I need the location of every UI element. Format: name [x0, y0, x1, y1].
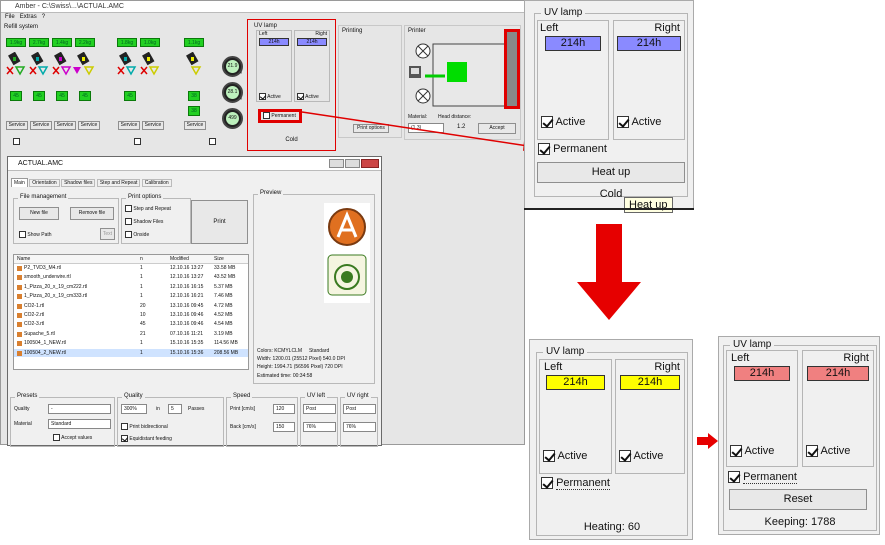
uv-left-box: Left 214h Active	[726, 350, 798, 467]
uv-left-label: Left	[544, 361, 563, 373]
uv-status: Heating: 60	[583, 521, 641, 533]
uv-permanent-checkbox[interactable]: Permanent	[728, 471, 797, 484]
uv-permanent-checkbox[interactable]: Permanent	[541, 477, 610, 490]
down-arrow-icon	[577, 224, 641, 320]
uv-right-active-checkbox[interactable]: Active	[617, 116, 661, 129]
uv-lamp-group-heating: UV lamp Left 214h Active Right 214h Acti…	[536, 346, 688, 536]
uv-right-hours: 214h	[617, 36, 681, 51]
uv-right-box: Right 214h Active	[615, 359, 685, 474]
reset-button[interactable]: Reset	[729, 489, 867, 510]
uv-lamp-title: UV lamp	[730, 339, 775, 350]
uv-left-active-checkbox[interactable]: Active	[543, 450, 587, 463]
uv-right-label: Right	[654, 361, 680, 373]
right-arrow-icon	[697, 433, 718, 449]
uv-left-label: Left	[731, 352, 750, 364]
uv-right-label: Right	[654, 22, 680, 34]
uv-right-label: Right	[843, 352, 869, 364]
uv-lamp-title: UV lamp	[541, 7, 586, 18]
uv-lamp-group-keeping: UV lamp Left 214h Active Right 214h Acti…	[723, 339, 877, 531]
uv-lamp-zoom-heating: UV lamp Left 214h Active Right 214h Acti…	[529, 339, 693, 540]
uv-left-box: Left 214h Active	[539, 359, 612, 474]
uv-right-hours: 214h	[807, 366, 869, 381]
uv-left-label: Left	[540, 22, 559, 34]
uv-left-active-checkbox[interactable]: Active	[730, 445, 774, 458]
uv-right-active-checkbox[interactable]: Active	[806, 445, 850, 458]
uv-left-hours: 214h	[546, 375, 605, 390]
uv-lamp-title: UV lamp	[543, 346, 588, 357]
uv-lamp-zoom-keeping: UV lamp Left 214h Active Right 214h Acti…	[718, 336, 880, 535]
uv-left-hours: 214h	[734, 366, 790, 381]
uv-right-active-checkbox[interactable]: Active	[619, 450, 663, 463]
uv-left-hours: 214h	[545, 36, 601, 51]
divider-line	[524, 208, 694, 210]
uv-status: Keeping: 1788	[764, 516, 836, 528]
uv-right-hours: 214h	[620, 375, 680, 390]
uv-lamp-zoom-cold: UV lamp Left 214h Active Right 214h Acti…	[524, 0, 694, 213]
heat-up-button[interactable]: Heat up	[537, 162, 685, 183]
heat-up-tooltip: Heat up	[624, 197, 673, 213]
uv-right-box: Right 214h Active	[802, 350, 874, 467]
uv-permanent-checkbox[interactable]: Permanent	[538, 143, 607, 156]
uv-lamp-group-cold: UV lamp Left 214h Active Right 214h Acti…	[534, 7, 688, 200]
uv-left-active-checkbox[interactable]: Active	[541, 116, 585, 129]
uv-left-box: Left 214h Active	[537, 20, 609, 140]
uv-right-box: Right 214h Active	[613, 20, 685, 140]
